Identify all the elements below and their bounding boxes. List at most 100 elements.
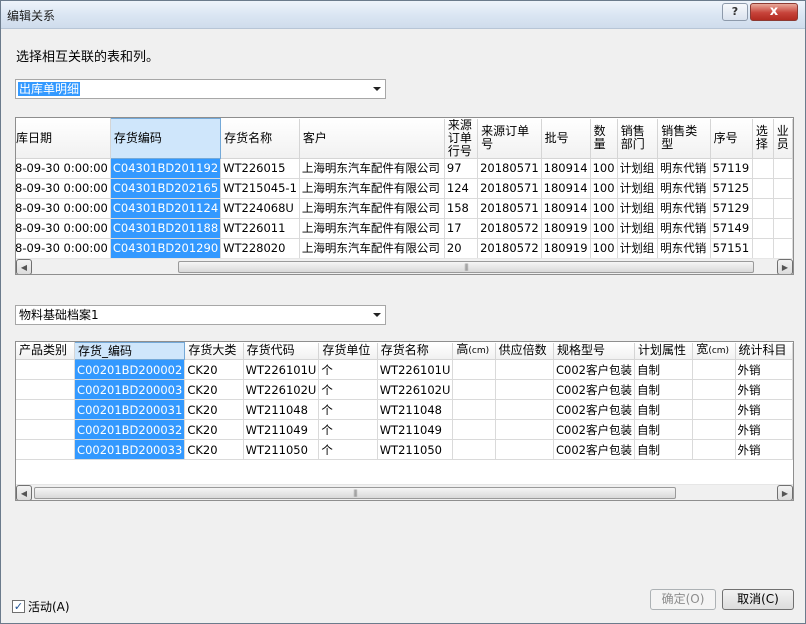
column-header[interactable]: 供应倍数 <box>495 342 554 360</box>
table-cell[interactable]: 57125 <box>710 178 753 199</box>
table-cell[interactable]: 计划组 <box>617 198 659 219</box>
table-cell[interactable]: 20180572 <box>477 218 542 239</box>
table-cell[interactable] <box>452 359 496 380</box>
table-cell[interactable]: 180919 <box>541 238 591 259</box>
table-cell[interactable] <box>692 359 736 380</box>
table-cell[interactable]: WT226101U <box>243 359 320 380</box>
table-cell[interactable]: 自制 <box>634 419 694 440</box>
table-cell[interactable]: WT226101U <box>377 359 454 380</box>
table-cell[interactable]: C04301BD201188 <box>110 218 222 239</box>
table-cell[interactable]: WT215045-1 <box>220 178 300 199</box>
column-header[interactable]: 序号 <box>710 118 753 159</box>
table-cell[interactable]: CK20 <box>184 419 244 440</box>
horizontal-scrollbar[interactable]: ◀ ||| ▶ <box>16 258 793 274</box>
table-cell[interactable]: 17 <box>444 218 479 239</box>
table-cell[interactable] <box>773 178 793 199</box>
scroll-right-icon[interactable]: ▶ <box>777 485 793 500</box>
table-row[interactable]: C00201BD200033 CK20 WT211050 个 WT211050 C002客… <box>16 439 793 460</box>
column-header[interactable]: 批号 <box>541 118 591 159</box>
table-cell[interactable]: 8-09-30 0:00:00 <box>16 218 111 239</box>
table-cell[interactable]: WT211049 <box>243 419 320 440</box>
table-cell[interactable]: 97 <box>444 158 479 179</box>
table-cell[interactable]: C002客户包装 <box>553 439 635 460</box>
scrollbar-thumb[interactable]: ||| <box>178 261 754 273</box>
table-cell[interactable]: 计划组 <box>617 178 659 199</box>
table-row[interactable]: 8-09-30 0:00:00 C04301BD201188 WT226011 上海明… <box>16 218 793 239</box>
table-cell[interactable]: 外销 <box>735 379 793 400</box>
column-header[interactable]: 数量 <box>590 118 618 159</box>
column-header[interactable]: 存货单位 <box>318 342 378 360</box>
ok-button[interactable]: 确定(O) <box>650 589 716 610</box>
table-cell[interactable]: C002客户包装 <box>553 419 635 440</box>
table-cell[interactable]: C04301BD201290 <box>110 238 222 259</box>
column-header[interactable]: 选择 <box>752 118 774 159</box>
chevron-down-icon[interactable] <box>373 87 381 91</box>
table-cell[interactable]: 上海明东汽车配件有限公司 <box>299 218 445 239</box>
column-header[interactable]: 来源订单号 <box>477 118 542 159</box>
table-cell[interactable]: 20180572 <box>477 238 542 259</box>
table-cell[interactable] <box>495 419 554 440</box>
table-cell[interactable]: 158 <box>444 198 479 219</box>
column-header[interactable]: 宽(cm) <box>692 342 736 360</box>
table-cell[interactable]: WT211049 <box>377 419 454 440</box>
table-cell[interactable]: 20180571 <box>477 198 542 219</box>
column-header[interactable]: 存货大类 <box>184 342 244 360</box>
table-cell[interactable] <box>452 399 496 420</box>
table-cell[interactable]: 180919 <box>541 218 591 239</box>
table-cell[interactable]: 上海明东汽车配件有限公司 <box>299 198 445 219</box>
column-header[interactable]: 计划属性 <box>634 342 694 360</box>
table-cell[interactable]: 57149 <box>710 218 753 239</box>
table-cell[interactable]: C04301BD201124 <box>110 198 222 219</box>
table-cell[interactable]: 上海明东汽车配件有限公司 <box>299 238 445 259</box>
left-table-select[interactable]: 出库单明细 <box>15 79 386 99</box>
table-cell[interactable] <box>752 238 774 259</box>
table-cell[interactable] <box>773 218 793 239</box>
table-cell[interactable]: C00201BD200003 <box>74 379 186 400</box>
table-cell[interactable] <box>773 198 793 219</box>
table-cell[interactable]: 100 <box>590 198 618 219</box>
table-cell[interactable]: 自制 <box>634 379 694 400</box>
table-cell[interactable]: 57119 <box>710 158 753 179</box>
cancel-button[interactable]: 取消(C) <box>722 589 794 610</box>
column-header[interactable]: 来源订单行号 <box>444 118 479 159</box>
table-cell[interactable]: WT226011 <box>220 218 300 239</box>
active-checkbox[interactable]: ✓ 活动(A) <box>12 598 70 615</box>
table-cell[interactable] <box>773 158 793 179</box>
table-cell[interactable] <box>773 238 793 259</box>
table-cell[interactable]: 8-09-30 0:00:00 <box>16 238 111 259</box>
column-header[interactable]: 存货名称 <box>377 342 454 360</box>
table-cell[interactable]: 外销 <box>735 439 793 460</box>
scroll-left-icon[interactable]: ◀ <box>16 259 32 274</box>
table-cell[interactable]: 180914 <box>541 158 591 179</box>
table-cell[interactable]: 明东代销 <box>657 238 711 259</box>
table-cell[interactable]: WT226015 <box>220 158 300 179</box>
table-row[interactable]: C00201BD200002 CK20 WT226101U 个 WT226101U C00… <box>16 359 793 380</box>
table-cell[interactable]: 明东代销 <box>657 218 711 239</box>
table-cell[interactable]: 20180571 <box>477 178 542 199</box>
table-cell[interactable]: 明东代销 <box>657 158 711 179</box>
table-cell[interactable]: CK20 <box>184 359 244 380</box>
table-cell[interactable]: 57129 <box>710 198 753 219</box>
table-row[interactable]: 8-09-30 0:00:00 C04301BD201290 WT228020 上海明… <box>16 238 793 259</box>
column-header[interactable]: 存货名称 <box>220 118 300 159</box>
table-cell[interactable]: 20180571 <box>477 158 542 179</box>
table-cell[interactable]: CK20 <box>184 399 244 420</box>
table-cell[interactable] <box>692 419 736 440</box>
table-cell[interactable]: C002客户包装 <box>553 399 635 420</box>
scroll-right-icon[interactable]: ▶ <box>777 259 793 274</box>
table-cell[interactable]: WT224068U <box>220 198 300 219</box>
table-cell[interactable]: 个 <box>318 439 378 460</box>
table-row[interactable]: C00201BD200032 CK20 WT211049 个 WT211049 C002客… <box>16 419 793 440</box>
column-header[interactable]: 存货_编码 <box>74 342 186 360</box>
column-header[interactable]: 规格型号 <box>553 342 635 360</box>
table-cell[interactable]: C00201BD200032 <box>74 419 186 440</box>
table-cell[interactable]: 计划组 <box>617 158 659 179</box>
table-cell[interactable]: C00201BD200031 <box>74 399 186 420</box>
table-cell[interactable]: 明东代销 <box>657 178 711 199</box>
table-cell[interactable]: 外销 <box>735 419 793 440</box>
checkbox-check-icon[interactable]: ✓ <box>12 600 25 613</box>
help-button[interactable]: ? <box>722 3 748 21</box>
table-cell[interactable]: 180914 <box>541 198 591 219</box>
column-header[interactable]: 高(cm) <box>452 342 496 360</box>
table-cell[interactable]: WT226102U <box>377 379 454 400</box>
